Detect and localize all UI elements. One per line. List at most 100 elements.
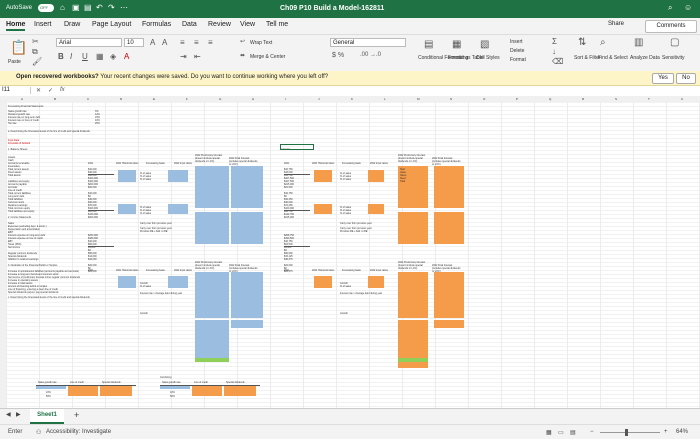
column-header-u[interactable]: U <box>681 97 683 101</box>
special-dividend-highlight[interactable] <box>398 358 428 362</box>
deficit-surplus-block[interactable] <box>195 328 229 360</box>
currency-icon[interactable]: $ % <box>332 52 344 59</box>
tab-formulas[interactable]: Formulas <box>142 21 171 28</box>
autosave-toggle[interactable]: OFF <box>38 4 54 12</box>
input-ratio-block[interactable] <box>168 276 188 288</box>
bold-icon[interactable]: B <box>58 52 64 61</box>
final-forecast-cell[interactable] <box>434 320 464 328</box>
input-ratio-block[interactable] <box>168 170 188 182</box>
fill-color-icon[interactable]: ◈ <box>110 52 116 61</box>
analyze-data-icon[interactable]: ▥ <box>634 37 643 48</box>
preliminary-forecast-block[interactable] <box>195 272 229 318</box>
final-forecast-cell[interactable] <box>434 272 464 318</box>
final-forecast-block[interactable] <box>231 212 263 244</box>
special-dividend-highlight[interactable] <box>195 358 229 362</box>
home-icon[interactable]: ⌂ <box>60 4 68 12</box>
tab-view[interactable]: View <box>240 21 255 28</box>
column-header-e[interactable]: E <box>153 97 155 101</box>
format-button[interactable]: Format <box>510 57 526 63</box>
column-header-r[interactable]: R <box>582 97 584 101</box>
growth-rate-input[interactable] <box>36 386 66 389</box>
paste-icon[interactable]: 📋 <box>10 39 27 56</box>
column-header-j[interactable]: J <box>318 97 320 101</box>
tab-review[interactable]: Review <box>208 21 231 28</box>
find-select-button[interactable]: Find & Select <box>598 55 628 61</box>
cancel-icon[interactable]: ✕ <box>36 87 41 94</box>
fx-icon[interactable]: fx <box>60 87 65 93</box>
column-header-c[interactable]: C <box>87 97 89 101</box>
format-table-icon[interactable]: ▦ <box>452 39 461 50</box>
zoom-slider[interactable] <box>600 432 660 433</box>
tab-draw[interactable]: Draw <box>64 21 80 28</box>
preliminary-forecast-cell[interactable] <box>398 320 428 328</box>
historical-ratio-block[interactable] <box>118 204 136 214</box>
zoom-out-icon[interactable]: − <box>590 429 594 435</box>
font-size-box[interactable]: 10 <box>124 38 144 47</box>
tab-tell-me[interactable]: Tell me <box>266 21 288 28</box>
wrap-text-icon[interactable]: ↩ <box>240 38 245 45</box>
final-forecast-block[interactable] <box>231 166 263 208</box>
underline-icon[interactable]: U <box>82 52 88 61</box>
tab-data[interactable]: Data <box>182 21 197 28</box>
font-color-icon[interactable]: A <box>124 52 129 61</box>
delete-button[interactable]: Delete <box>510 48 524 54</box>
more-icon[interactable]: ⋯ <box>120 4 128 12</box>
comments-button[interactable]: Comments <box>645 20 697 33</box>
final-forecast-block[interactable] <box>231 320 263 328</box>
page-break-view-icon[interactable]: ▤ <box>570 429 576 436</box>
name-box[interactable]: I11 <box>2 87 31 94</box>
cut-icon[interactable]: ✂ <box>32 37 39 46</box>
accessibility-status[interactable]: Accessibility: Investigate <box>46 429 111 435</box>
format-painter-icon[interactable]: 🖌 <box>32 57 42 66</box>
font-name-box[interactable]: Arial <box>56 38 122 47</box>
merge-center-button[interactable]: Merge & Center <box>250 54 285 60</box>
sensitivity-icon[interactable]: ▢ <box>670 37 679 48</box>
preliminary-forecast-block[interactable] <box>195 166 229 208</box>
tab-page-layout[interactable]: Page Layout <box>92 21 131 28</box>
sort-filter-icon[interactable]: ⇅ <box>578 37 586 48</box>
column-header-t[interactable]: T <box>648 97 650 101</box>
sheet-tab-sheet1[interactable]: Sheet1 <box>30 409 64 424</box>
historical-ratio-cell[interactable] <box>314 276 332 288</box>
tab-insert[interactable]: Insert <box>34 21 52 28</box>
clear-icon[interactable]: ⌫ <box>552 57 563 66</box>
fill-icon[interactable]: ↓ <box>552 47 556 56</box>
save-icon[interactable]: ▣ <box>72 4 80 12</box>
merge-icon[interactable]: ⬌ <box>240 52 245 59</box>
account-icon[interactable]: ☺ <box>684 4 692 12</box>
tab-home[interactable]: Home <box>6 21 26 31</box>
copy-icon[interactable]: ⧉ <box>32 47 38 57</box>
historical-ratio-block[interactable] <box>118 170 136 182</box>
zoom-level[interactable]: 64% <box>676 429 688 435</box>
column-header-p[interactable]: P <box>516 97 518 101</box>
add-sheet-icon[interactable]: + <box>74 410 79 420</box>
selected-cell[interactable] <box>280 144 314 150</box>
column-header-g[interactable]: G <box>219 97 221 101</box>
italic-icon[interactable]: I <box>70 52 72 61</box>
search-icon[interactable]: ⌕ <box>668 4 676 12</box>
column-header-k[interactable]: K <box>351 97 353 101</box>
next-sheet-icon[interactable]: ▶ <box>16 411 21 418</box>
preliminary-forecast-cell[interactable] <box>398 212 428 244</box>
special-dividends-output[interactable] <box>100 386 132 396</box>
share-button[interactable]: Share <box>608 21 624 27</box>
align-left-icon[interactable]: ≡ <box>180 38 185 47</box>
preliminary-forecast-block[interactable] <box>195 212 229 244</box>
normal-view-icon[interactable]: ▦ <box>546 429 552 436</box>
preliminary-forecast-cell[interactable] <box>398 272 428 318</box>
deficit-surplus-cell[interactable] <box>398 328 428 368</box>
historical-ratio-block[interactable] <box>118 276 136 288</box>
autosum-icon[interactable]: Σ <box>552 37 557 46</box>
spreadsheet-grid[interactable]: ABCDEFGHIJKLMNOPQRSTUV Forecasting Finan… <box>0 96 700 408</box>
align-center-icon[interactable]: ≡ <box>194 38 199 47</box>
input-ratio-cell[interactable] <box>368 170 384 182</box>
find-select-icon[interactable]: ⌕ <box>600 37 606 48</box>
borders-icon[interactable]: ▦ <box>96 52 104 61</box>
line-of-credit-output[interactable] <box>192 386 222 396</box>
column-header-n[interactable]: N <box>450 97 452 101</box>
historical-ratio-cell[interactable] <box>314 204 332 214</box>
redo-icon[interactable]: ↷ <box>108 4 116 12</box>
wrap-text-button[interactable]: Wrap Text <box>250 40 272 46</box>
input-ratio-block[interactable] <box>168 204 188 214</box>
column-header-a[interactable]: A <box>21 97 23 101</box>
